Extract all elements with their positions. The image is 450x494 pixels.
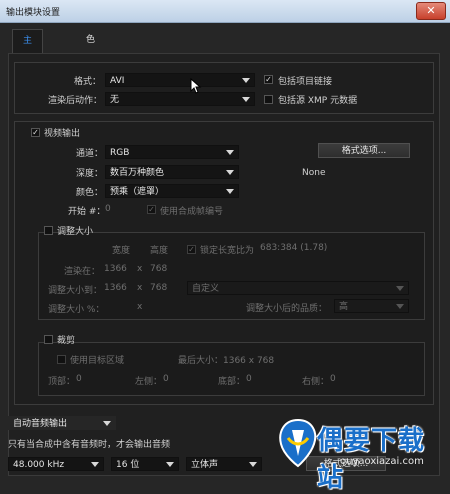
resize-preset-value: 自定义: [192, 284, 220, 294]
include-project-link-checkbox[interactable]: ✓: [264, 75, 273, 84]
render-at-x: x: [137, 264, 143, 274]
quality-dropdown[interactable]: 高: [334, 299, 409, 313]
use-roi-label: 使用目标区域: [70, 356, 125, 366]
title-bar: 输出模块设置 ✕: [0, 0, 450, 23]
channels-label: 通道：: [76, 149, 104, 159]
use-comp-frame-checkbox[interactable]: ✓: [147, 205, 156, 214]
crop-left-label: 左侧：: [135, 377, 163, 387]
color-dropdown[interactable]: 预乘（遮罩）: [105, 184, 239, 198]
post-render-dropdown[interactable]: 无: [105, 92, 255, 106]
quality-label: 调整大小后的品质：: [246, 304, 328, 314]
resize-pct-label: 调整大小 %：: [48, 305, 105, 315]
video-output-label: 视频输出: [44, 129, 81, 139]
format-value: AVI: [110, 76, 125, 86]
audio-channels-dropdown[interactable]: 立体声: [186, 457, 262, 471]
color-label: 颜色：: [76, 188, 104, 198]
resize-label: 调整大小: [57, 227, 94, 237]
chevron-down-icon: [226, 189, 234, 194]
crop-checkbox[interactable]: [44, 335, 53, 344]
chevron-down-icon: [249, 462, 257, 467]
post-render-label: 渲染后动作：: [48, 96, 103, 106]
render-at-height: 768: [150, 264, 168, 274]
lock-aspect-label: 锁定长宽比为: [200, 246, 255, 256]
resize-to-x: x: [137, 283, 143, 293]
resize-to-height: 768: [150, 283, 168, 293]
site-watermark: 偶要下载站 ouyaoxiazai.com: [276, 416, 450, 493]
video-output-checkbox[interactable]: ✓: [31, 128, 40, 137]
crop-label: 裁剪: [57, 336, 76, 346]
depth-label: 深度：: [76, 169, 104, 179]
auto-audio-dropdown[interactable]: 自动音频输出: [8, 416, 116, 430]
watermark-url: ouyaoxiazai.com: [340, 456, 424, 467]
channels-dropdown[interactable]: RGB: [105, 145, 239, 159]
audio-channels-value: 立体声: [191, 460, 219, 470]
lock-aspect-checkbox[interactable]: ✓: [187, 245, 196, 254]
depth-value: 数百万种颜色: [110, 168, 165, 178]
chevron-down-icon: [226, 170, 234, 175]
chevron-down-icon: [91, 462, 99, 467]
depth-dropdown[interactable]: 数百万种颜色: [105, 165, 239, 179]
chevron-down-icon: [166, 462, 174, 467]
include-xmp-checkbox[interactable]: [264, 95, 273, 104]
sample-rate-value: 48.000 kHz: [13, 460, 65, 470]
crop-bottom-label: 底部：: [218, 377, 246, 387]
resize-preset-dropdown[interactable]: 自定义: [187, 281, 409, 295]
chevron-down-icon: [242, 97, 250, 102]
codec-value: None: [302, 168, 326, 178]
crop-panel: [38, 342, 425, 396]
crop-top-label: 顶部：: [48, 377, 76, 387]
channels-value: RGB: [110, 148, 130, 158]
bit-depth-value: 16 位: [116, 460, 140, 470]
resize-to-label: 调整大小到：: [48, 286, 103, 296]
video-format-options-button[interactable]: 格式选项...: [318, 143, 410, 158]
start-label: 开始 #：: [68, 207, 106, 217]
include-xmp-label: 包括源 XMP 元数据: [278, 96, 358, 106]
sample-rate-dropdown[interactable]: 48.000 kHz: [8, 457, 104, 471]
include-project-link-label: 包括项目链接: [278, 77, 333, 87]
quality-value: 高: [339, 302, 349, 312]
bit-depth-dropdown[interactable]: 16 位: [111, 457, 179, 471]
crop-top-value: 0: [76, 374, 82, 384]
resize-checkbox[interactable]: [44, 226, 53, 235]
use-comp-frame-label: 使用合成帧编号: [160, 207, 224, 217]
tab-main-options[interactable]: 主要选项: [12, 29, 44, 115]
close-icon: ✕: [426, 4, 436, 17]
auto-audio-value: 自动音频输出: [13, 419, 68, 429]
crop-bottom-value: 0: [246, 374, 252, 384]
chevron-down-icon: [226, 150, 234, 155]
render-at-label: 渲染在：: [64, 267, 101, 277]
tab-color-management[interactable]: 色彩管理: [76, 29, 105, 114]
format-panel: [14, 62, 434, 114]
height-header: 高度: [150, 246, 169, 256]
start-value: 0: [105, 204, 111, 214]
mouse-cursor-icon: [190, 78, 202, 94]
render-at-width: 1366: [104, 264, 127, 274]
max-size-label: 最后大小：1366 x 768: [178, 356, 275, 366]
watermark-logo-icon: [279, 418, 317, 468]
resize-pct-x: x: [137, 302, 143, 312]
resize-to-width: 1366: [104, 283, 127, 293]
audio-note: 只有当合成中含有音频时，才会输出音频: [8, 440, 171, 450]
crop-right-label: 右侧：: [302, 377, 330, 387]
chevron-down-icon: [396, 286, 404, 291]
format-label: 格式：: [74, 77, 102, 87]
post-render-value: 无: [110, 95, 120, 105]
crop-right-value: 0: [330, 374, 336, 384]
crop-left-value: 0: [163, 374, 169, 384]
lock-aspect-value: 683:384 (1.78): [260, 243, 328, 253]
use-roi-checkbox[interactable]: [57, 355, 66, 364]
chevron-down-icon: [396, 304, 404, 309]
width-header: 宽度: [112, 246, 131, 256]
window-title: 输出模块设置: [6, 8, 61, 18]
chevron-down-icon: [242, 78, 250, 83]
color-value: 预乘（遮罩）: [110, 187, 165, 197]
chevron-down-icon: [103, 421, 111, 426]
format-dropdown[interactable]: AVI: [105, 73, 255, 87]
close-button[interactable]: ✕: [416, 2, 446, 20]
